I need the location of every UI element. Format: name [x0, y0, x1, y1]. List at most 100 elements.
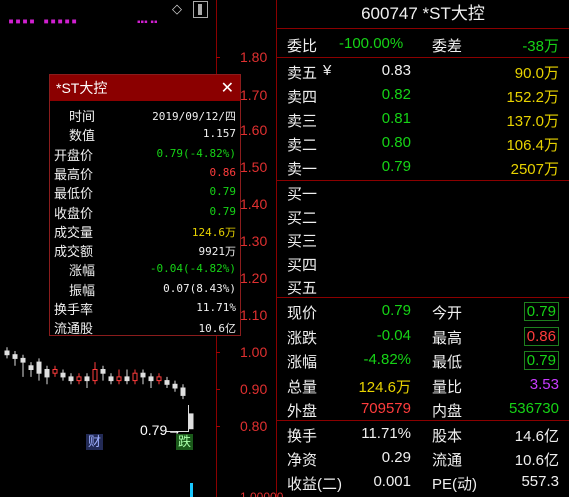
candle-body	[140, 372, 146, 378]
tooltip-row-value: 2019/09/12/四	[152, 110, 236, 123]
tooltip-row: 最高价 0.86	[50, 164, 240, 182]
stat-value: 0.79	[523, 302, 559, 321]
candle-body	[172, 383, 178, 389]
tooltip-row-value: 9921万	[198, 245, 237, 259]
fall-event-badge[interactable]: 跌	[176, 434, 194, 450]
tooltip-row: 收盘价 0.79	[50, 203, 240, 221]
tooltip-row-label: 成交额	[54, 244, 94, 260]
sell-level-label: 卖四	[287, 89, 318, 106]
finance-event-badge[interactable]: 财	[86, 434, 104, 450]
candle-info-tooltip: *ST大控 ✕ 时间 2019/09/12/四数值 1.157 开盘价 0.79(-4.…	[49, 74, 241, 336]
price-tick-label: 0.90	[240, 381, 268, 397]
fundamental-value: 0.001	[373, 473, 411, 490]
stat-value: 0.79	[523, 351, 559, 370]
sell-level-volume[interactable]: 152.2万	[506, 86, 559, 107]
sell-level-price[interactable]: 0.82	[382, 86, 411, 103]
price-tick-label: 1.70	[240, 87, 268, 103]
candle-body	[84, 376, 90, 382]
sell-level-volume[interactable]: 137.0万	[506, 110, 559, 131]
buy-level-label: 买二	[287, 209, 318, 227]
fundamental-value: 11.71%	[361, 425, 411, 442]
candle-body	[124, 376, 130, 382]
candle-body	[108, 376, 114, 382]
stat-label: 涨跌	[287, 329, 318, 347]
price-tick-label: 1.20	[240, 270, 268, 286]
quote-panel: 600747 *ST大控 委比 -100.00% 委差 -38万 卖五 ¥0.83…	[277, 0, 569, 497]
buy-level-label: 买五	[287, 280, 318, 297]
sell-level-label: 卖二	[287, 137, 318, 154]
stat-value: -0.04	[376, 326, 411, 344]
sell-level-price[interactable]: 0.79	[382, 158, 411, 175]
weicha-label: 委差	[432, 38, 463, 55]
divider	[277, 297, 569, 298]
tooltip-row-value: 0.07(8.43%)	[163, 281, 236, 295]
weibi-label: 委比	[287, 38, 318, 55]
sell-level-price[interactable]: 0.83	[382, 62, 411, 79]
tooltip-header: *ST大控 ✕	[50, 75, 240, 101]
sell-level-label: 卖五	[287, 65, 318, 82]
candle-body	[188, 413, 194, 430]
sell-level-label: 卖一	[287, 161, 318, 178]
tooltip-row-value: 11.71%	[196, 301, 236, 314]
buy-level-label: 买一	[287, 186, 318, 203]
candle-body	[92, 369, 98, 382]
tooltip-row: 振幅 0.07(8.43%)	[50, 280, 240, 298]
price-tick-label: 0.80	[240, 418, 268, 434]
fundamental-label: 收益(二)	[287, 476, 342, 493]
price-tick-label: 1.80	[240, 49, 268, 65]
tooltip-row-value: 10.6亿	[198, 322, 237, 336]
candle-body	[36, 361, 42, 374]
price-tick-mark	[216, 426, 220, 427]
candle-body	[164, 380, 170, 385]
price-tick-label: 1.10	[240, 307, 268, 323]
stat-value: 3.53	[529, 375, 559, 393]
stat-label: 总量	[287, 378, 318, 396]
sell-level-volume[interactable]: 90.0万	[515, 62, 559, 83]
candle-body	[116, 376, 122, 382]
tooltip-row-value: 0.79	[209, 185, 237, 199]
tooltip-row: 换手率 11.71%	[50, 299, 240, 317]
tooltip-row-label: 流通股	[54, 321, 94, 337]
sell-level-volume[interactable]: 106.4万	[506, 134, 559, 155]
fundamental-label: 股本	[432, 428, 463, 445]
fundamental-label: 净资	[287, 452, 318, 469]
candle-body	[180, 387, 186, 396]
sell-level-volume[interactable]: 2507万	[511, 158, 559, 179]
fundamental-value: 10.6亿	[514, 452, 559, 469]
price-tick-label: 1.40	[240, 196, 268, 212]
tooltip-row: 成交量 124.6万	[50, 222, 240, 240]
tooltip-row-value: 0.86	[209, 165, 237, 179]
weicha-value: -38万	[522, 38, 559, 55]
divider	[277, 28, 569, 29]
tooltip-row-value: 124.6万	[191, 225, 236, 239]
stat-label: 外盘	[287, 403, 318, 420]
tooltip-row: 数值 1.157	[50, 125, 240, 143]
sell-level-price[interactable]: 0.81	[382, 110, 411, 127]
yuan-marker-icon: ¥	[323, 62, 332, 79]
tooltip-row-label: 时间	[69, 109, 96, 124]
tooltip-row: 时间 2019/09/12/四	[50, 106, 240, 124]
sell-level-label: 卖三	[287, 113, 318, 130]
candle-body	[68, 376, 74, 382]
candle-body	[12, 354, 18, 359]
stat-label: 最高	[432, 329, 463, 347]
candle-body	[28, 365, 34, 370]
tooltip-row-label: 换手率	[54, 302, 94, 317]
tooltip-row: 开盘价 0.79(-4.82%)	[50, 145, 240, 163]
fundamental-value: 557.3	[521, 473, 559, 490]
candle-body	[20, 357, 26, 363]
tooltip-row: 成交额 9921万	[50, 241, 240, 259]
close-icon[interactable]: ✕	[221, 78, 234, 98]
price-tick-label: 1.30	[240, 233, 268, 249]
candle-body	[60, 372, 66, 378]
stat-value: 124.6万	[358, 378, 411, 396]
sell-level-price[interactable]: 0.80	[382, 134, 411, 151]
candle-body	[148, 376, 154, 382]
price-tick-label: 1.00	[240, 344, 268, 360]
stat-label: 涨幅	[287, 354, 318, 371]
tooltip-row: 涨幅 -0.04(-4.82%)	[50, 260, 240, 278]
volume-bar	[190, 483, 193, 497]
tooltip-row-value: 0.79(-4.82%)	[156, 146, 236, 160]
tooltip-row-label: 涨幅	[69, 263, 96, 279]
stat-label: 内盘	[432, 403, 463, 420]
